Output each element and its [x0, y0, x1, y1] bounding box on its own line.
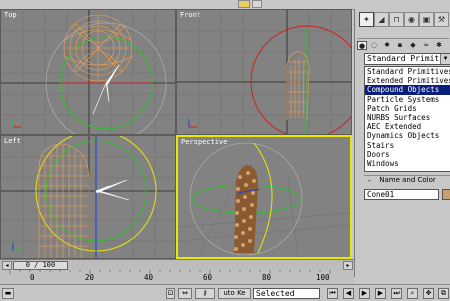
- go-to-end-icon[interactable]: ⏭: [391, 288, 402, 299]
- viewport-front[interactable]: Front: [176, 9, 352, 135]
- list-item[interactable]: Patch Grids: [365, 104, 450, 113]
- object-color-swatch[interactable]: [442, 189, 450, 200]
- viewport-top-canvas: [1, 10, 175, 134]
- quick-render-icon[interactable]: [252, 0, 262, 8]
- motion-icon[interactable]: ◉: [404, 12, 419, 27]
- auto-key-button[interactable]: uto Ke: [218, 288, 251, 299]
- viewport-left-canvas: [1, 136, 175, 258]
- object-name-field[interactable]: Cone01: [364, 189, 439, 200]
- collapse-icon[interactable]: -: [368, 176, 371, 185]
- time-slider-thumb[interactable]: 0 / 100: [13, 261, 68, 270]
- render-icon[interactable]: [238, 0, 250, 8]
- command-panel: ✦ ◢ ⊓ ◉ ▣ ⚒ ● ◌ ✸ ▪ ◆ ≈ ✱ Standard Primi…: [354, 9, 450, 277]
- list-item[interactable]: Standard Primitives: [365, 67, 450, 76]
- maxscript-listener-icon[interactable]: ▬: [2, 288, 14, 299]
- name-and-color-rollout[interactable]: - Name and Color: [364, 175, 450, 185]
- tick-label: 60: [203, 273, 213, 282]
- list-item-selected[interactable]: Compound Objects: [365, 85, 450, 95]
- list-item[interactable]: Doors: [365, 150, 450, 159]
- hierarchy-icon[interactable]: ⊓: [389, 12, 404, 27]
- lights-icon[interactable]: ✸: [382, 41, 392, 50]
- shapes-icon[interactable]: ◌: [369, 41, 379, 50]
- set-key-filter-dropdown[interactable]: Selected: [253, 288, 320, 299]
- tick-label: 40: [144, 273, 154, 282]
- command-panel-tabs: ✦ ◢ ⊓ ◉ ▣ ⚒: [357, 12, 449, 29]
- space-warps-icon[interactable]: ≈: [421, 41, 431, 50]
- systems-icon[interactable]: ✱: [434, 41, 444, 50]
- object-category-dropdown[interactable]: Standard Primitiv ▼: [364, 53, 450, 65]
- viewport-perspective[interactable]: Perspective: [176, 135, 352, 259]
- rollout-title: Name and Color: [379, 176, 436, 184]
- object-type-list[interactable]: Standard Primitives Extended Primitives …: [364, 66, 450, 172]
- play-icon[interactable]: ▶: [359, 288, 370, 299]
- track-bar[interactable]: 0 20 40 60 80 100: [0, 270, 354, 284]
- tick-label: 0: [30, 273, 35, 282]
- status-bar: ▬ ⊡ ⇔ ⚷ uto Ke Selected ⏮ ◀ ▶ ▶ ⏭ ⌕ ✥ ⧉: [0, 284, 450, 301]
- pan-icon[interactable]: ✥: [423, 288, 434, 299]
- track-bar-ticks: [9, 270, 331, 274]
- utilities-icon[interactable]: ⚒: [434, 12, 449, 27]
- viewport-perspective-canvas: [178, 142, 350, 257]
- go-to-start-icon[interactable]: ⏮: [327, 288, 338, 299]
- list-item[interactable]: Dynamics Objects: [365, 131, 450, 140]
- create-icon[interactable]: ✦: [359, 12, 374, 27]
- next-key-icon[interactable]: ▶: [375, 288, 386, 299]
- list-item[interactable]: Windows: [365, 159, 450, 168]
- tick-label: 80: [262, 273, 272, 282]
- display-icon[interactable]: ▣: [419, 12, 434, 27]
- tick-label: 100: [316, 273, 330, 282]
- next-frame-icon[interactable]: ▸: [343, 261, 353, 270]
- key-icon[interactable]: ⚷: [195, 288, 215, 299]
- viewport-left[interactable]: Left: [0, 135, 176, 259]
- zoom-extents-icon[interactable]: ⌕: [407, 288, 418, 299]
- previous-key-icon[interactable]: ◀: [343, 288, 354, 299]
- modify-icon[interactable]: ◢: [374, 12, 389, 27]
- list-item[interactable]: NURBS Surfaces: [365, 113, 450, 122]
- helpers-icon[interactable]: ◆: [408, 41, 418, 50]
- lock-selection-icon[interactable]: ⊡: [166, 288, 175, 299]
- list-item[interactable]: Extended Primitives: [365, 76, 450, 85]
- geometry-icon[interactable]: ●: [357, 41, 367, 50]
- cameras-icon[interactable]: ▪: [395, 41, 405, 50]
- chevron-down-icon[interactable]: ▼: [440, 54, 450, 64]
- tick-label: 20: [85, 273, 95, 282]
- category-buttons: ● ◌ ✸ ▪ ◆ ≈ ✱: [357, 38, 449, 52]
- list-item[interactable]: Stairs: [365, 141, 450, 150]
- previous-frame-icon[interactable]: ◂: [2, 261, 12, 270]
- list-item[interactable]: AEC Extended: [365, 122, 450, 131]
- viewport-front-canvas: [177, 10, 351, 134]
- dropdown-value: Standard Primitiv: [367, 54, 449, 63]
- min-max-toggle-icon[interactable]: ⧉: [438, 288, 449, 299]
- list-item[interactable]: Particle Systems: [365, 95, 450, 104]
- viewport-top[interactable]: Top: [0, 9, 176, 135]
- absolute-mode-icon[interactable]: ⇔: [178, 288, 192, 299]
